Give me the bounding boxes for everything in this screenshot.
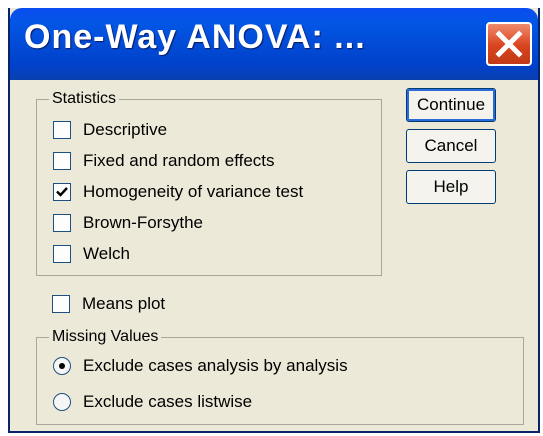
close-button[interactable]	[486, 22, 532, 66]
title-bar[interactable]: One-Way ANOVA: ...	[10, 8, 538, 80]
welch-option[interactable]: Welch	[53, 244, 130, 264]
descriptive-option[interactable]: Descriptive	[53, 120, 167, 140]
exclude-analysis-label: Exclude cases analysis by analysis	[83, 356, 348, 375]
exclude-analysis-option[interactable]: Exclude cases analysis by analysis	[53, 356, 348, 376]
welch-label: Welch	[83, 244, 130, 263]
descriptive-checkbox[interactable]	[53, 121, 71, 139]
exclude-listwise-option[interactable]: Exclude cases listwise	[53, 392, 252, 412]
close-icon	[495, 30, 523, 58]
brown-forsythe-checkbox[interactable]	[53, 214, 71, 232]
dialog-window: One-Way ANOVA: ... Statistics Descriptiv…	[8, 8, 540, 433]
statistics-group: Statistics Descriptive Fixed and random …	[36, 90, 382, 276]
cancel-button[interactable]: Cancel	[406, 129, 496, 163]
radio-selected-dot	[59, 363, 65, 369]
means-plot-label: Means plot	[82, 294, 166, 313]
exclude-listwise-radio[interactable]	[53, 393, 71, 411]
brown-forsythe-option[interactable]: Brown-Forsythe	[53, 213, 203, 233]
missing-values-group: Missing Values Exclude cases analysis by…	[36, 328, 524, 425]
fixed-random-effects-checkbox[interactable]	[53, 152, 71, 170]
missing-values-group-label: Missing Values	[49, 328, 162, 346]
homogeneity-option[interactable]: Homogeneity of variance test	[53, 182, 303, 202]
homogeneity-checkbox[interactable]	[53, 183, 71, 201]
help-button[interactable]: Help	[406, 170, 496, 204]
homogeneity-label: Homogeneity of variance test	[83, 182, 304, 201]
means-plot-option[interactable]: Means plot	[52, 294, 165, 314]
exclude-listwise-label: Exclude cases listwise	[83, 392, 253, 411]
fixed-random-effects-label: Fixed and random effects	[83, 151, 275, 170]
means-plot-checkbox[interactable]	[52, 295, 70, 313]
window-title: One-Way ANOVA: ...	[24, 18, 366, 56]
exclude-analysis-radio[interactable]	[53, 357, 71, 375]
statistics-group-label: Statistics	[49, 90, 120, 108]
brown-forsythe-label: Brown-Forsythe	[83, 213, 203, 232]
fixed-random-effects-option[interactable]: Fixed and random effects	[53, 151, 275, 171]
welch-checkbox[interactable]	[53, 245, 71, 263]
continue-button[interactable]: Continue	[406, 88, 496, 122]
descriptive-label: Descriptive	[83, 120, 168, 139]
checkmark-icon	[56, 187, 68, 197]
